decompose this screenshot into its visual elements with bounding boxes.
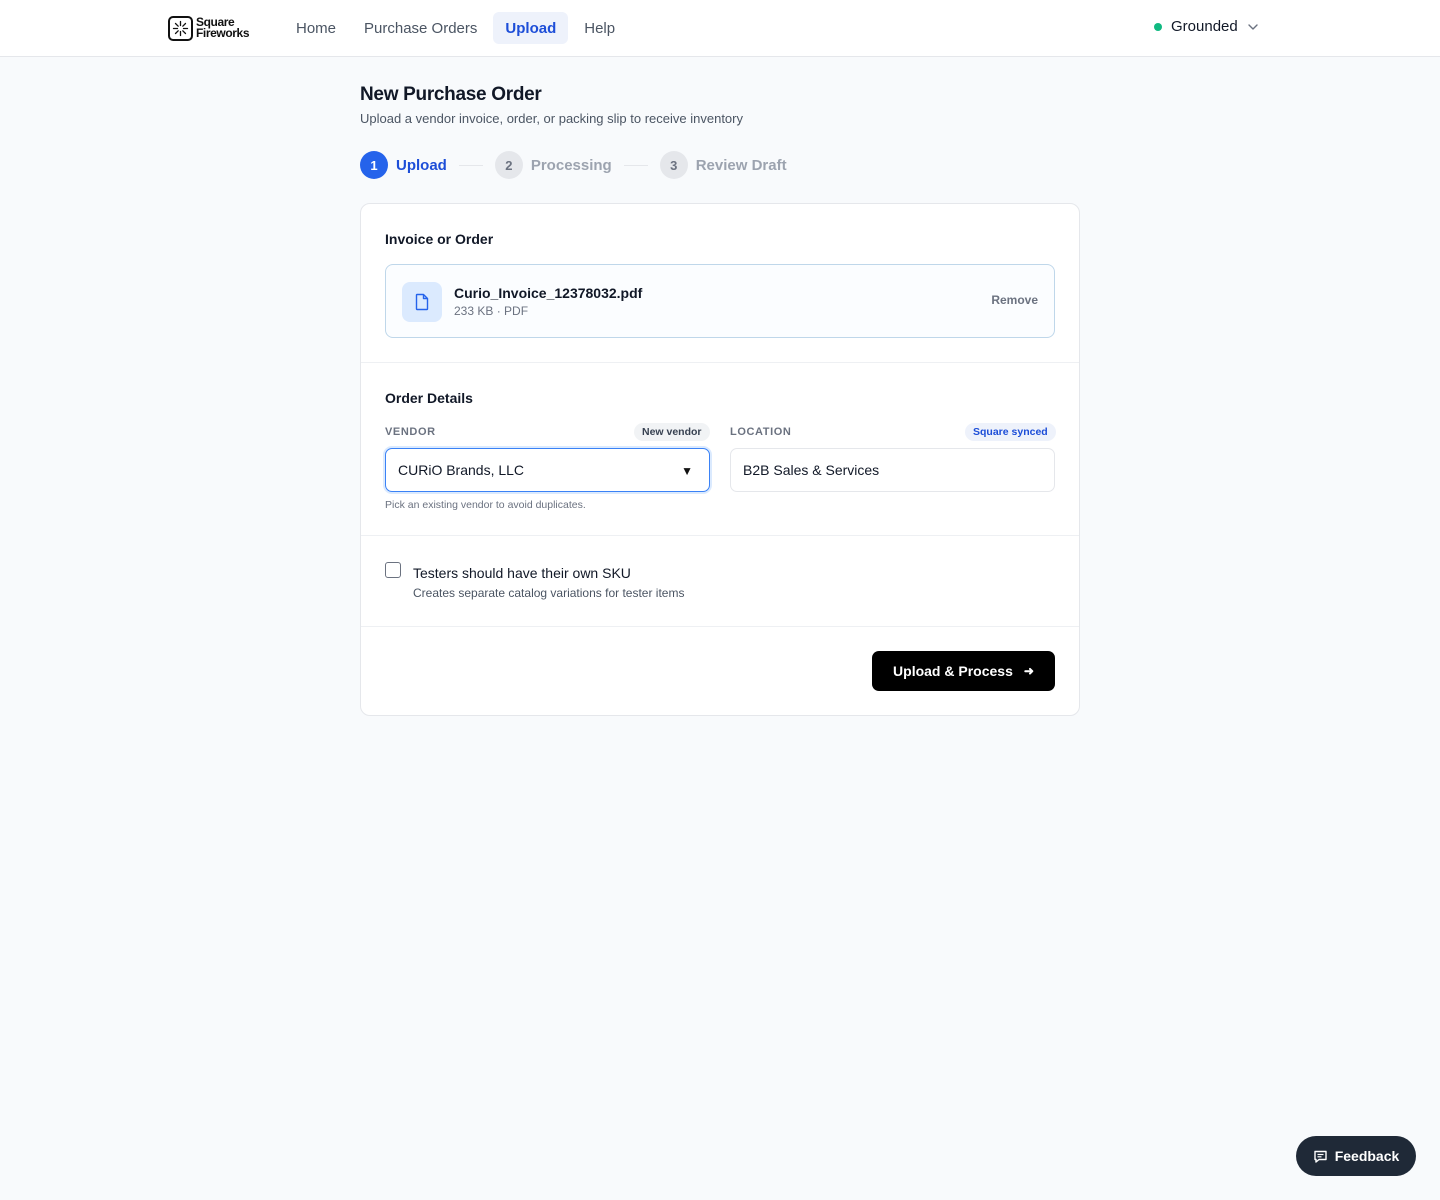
vendor-label: VENDOR: [385, 426, 436, 438]
account-switcher[interactable]: Grounded: [1154, 18, 1259, 35]
upload-section: Invoice or Order Curio_Invoice_12378032.…: [361, 204, 1079, 362]
brand-name-line2: Fireworks: [196, 26, 250, 40]
step-number: 2: [494, 151, 523, 179]
feedback-label: Feedback: [1334, 1148, 1400, 1164]
vendor-select[interactable]: CURiO Brands, LLC ▼: [385, 448, 710, 492]
step-upload: 1 Upload: [360, 151, 447, 179]
step-connector: [623, 164, 648, 166]
top-navigation-bar: Square Fireworks Home Purchase Orders Up…: [0, 0, 1440, 57]
location-field[interactable]: B2B Sales & Services: [730, 448, 1055, 492]
step-label: Upload: [396, 156, 447, 174]
new-vendor-badge: New vendor: [634, 423, 710, 441]
progress-stepper: 1 Upload 2 Processing 3 Review Draft: [360, 151, 787, 179]
nav-purchase-orders[interactable]: Purchase Orders: [352, 12, 489, 44]
section-divider: [361, 626, 1079, 627]
step-label: Processing: [530, 156, 612, 174]
upload-and-process-label: Upload & Process: [893, 663, 1013, 679]
file-name: Curio_Invoice_12378032.pdf: [454, 285, 643, 301]
chevron-down-icon: [1247, 21, 1259, 33]
nav-upload[interactable]: Upload: [493, 12, 569, 44]
status-dot: [1154, 22, 1162, 31]
fireworks-logo-icon: [168, 15, 193, 41]
step-processing: 2 Processing: [494, 151, 612, 179]
testers-sku-description: Creates separate catalog variations for …: [413, 586, 685, 600]
upload-and-process-button[interactable]: Upload & Process ➜: [872, 651, 1055, 691]
remove-file-button[interactable]: Remove: [991, 293, 1038, 307]
chat-bubble-icon: [1313, 1149, 1328, 1164]
section-title-invoice: Invoice or Order: [385, 231, 494, 247]
square-synced-badge: Square synced: [965, 423, 1056, 441]
order-details-section: Order Details VENDOR New vendor CURiO Br…: [361, 363, 1079, 535]
dropdown-caret-icon: ▼: [681, 464, 693, 478]
nav-help[interactable]: Help: [572, 12, 627, 44]
main-nav: Home Purchase Orders Upload Help: [284, 12, 631, 44]
nav-home[interactable]: Home: [284, 12, 348, 44]
vendor-selected-value: CURiO Brands, LLC: [398, 462, 525, 478]
brand-logo[interactable]: Square Fireworks: [168, 15, 249, 41]
testers-sku-label: Testers should have their own SKU: [413, 565, 631, 581]
brand-name: Square Fireworks: [196, 16, 250, 40]
step-review-draft: 3 Review Draft: [659, 151, 787, 179]
page-title: New Purchase Order: [360, 84, 542, 105]
arrow-right-icon: ➜: [1023, 664, 1034, 678]
location-label: LOCATION: [730, 426, 792, 438]
testers-sku-checkbox[interactable]: [385, 562, 401, 578]
uploaded-file: Curio_Invoice_12378032.pdf 233 KB · PDF …: [385, 264, 1055, 338]
document-icon: [402, 282, 442, 322]
step-number: 1: [360, 151, 388, 179]
feedback-button[interactable]: Feedback: [1296, 1136, 1416, 1176]
step-connector: [458, 164, 483, 166]
section-title-order-details: Order Details: [385, 390, 473, 406]
file-meta: 233 KB · PDF: [454, 304, 529, 318]
page-subtitle: Upload a vendor invoice, order, or packi…: [360, 111, 743, 126]
account-name: Grounded: [1171, 18, 1238, 35]
step-label: Review Draft: [695, 156, 787, 174]
purchase-order-form-card: Invoice or Order Curio_Invoice_12378032.…: [360, 203, 1080, 716]
vendor-hint: Pick an existing vendor to avoid duplica…: [385, 499, 586, 511]
step-number: 3: [659, 151, 688, 179]
options-section: Testers should have their own SKU Create…: [361, 536, 1079, 626]
